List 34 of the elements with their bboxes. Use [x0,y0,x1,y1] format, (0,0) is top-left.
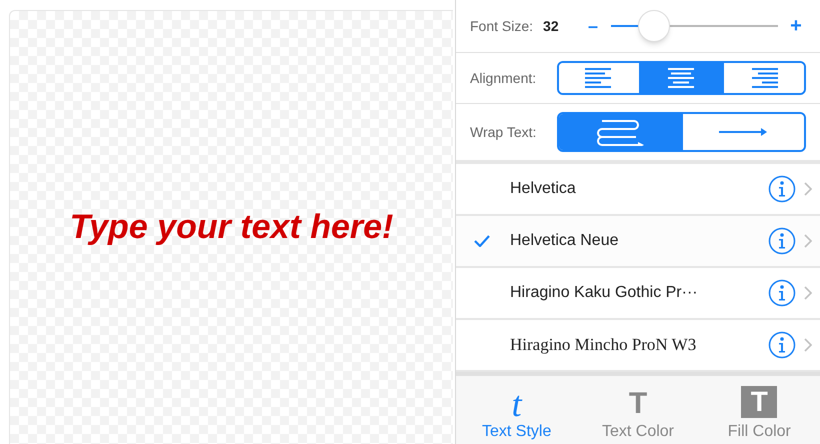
font-name: Hiragino Mincho ProN W3 [510,334,698,356]
chevron-right-icon [804,286,812,300]
checkmark-icon [474,235,490,247]
wrap-button[interactable] [559,114,680,150]
boxed-t-icon: T [741,386,778,418]
italic-t-icon: t [512,386,522,422]
chevron-right-icon [804,234,812,248]
info-icon[interactable] [768,331,796,359]
canvas-text: Type your text here! [70,207,394,248]
alignment-label: Alignment: [470,68,538,88]
font-name: Hiragino Kaku Gothic Pr··· [510,283,699,303]
chevron-right-icon [804,182,812,196]
alignment-segmented-control[interactable] [557,61,806,95]
font-name: Helvetica [510,179,577,199]
align-right-button[interactable] [722,63,804,93]
letter-t-icon: T [628,386,648,422]
decrease-button[interactable]: – [583,12,604,40]
align-center-button[interactable] [639,63,722,93]
slider-thumb[interactable] [638,10,670,42]
info-icon[interactable] [768,227,796,255]
font-name: Helvetica Neue [510,231,620,251]
font-size-label: Font Size: [470,16,534,36]
tab[interactable]: T Text Color [577,376,699,444]
arrow-line-icon [717,127,770,137]
tab[interactable]: T Fill Color [698,376,820,444]
no-wrap-button[interactable] [680,114,804,150]
chevron-right-icon [804,338,812,352]
increase-button[interactable]: + [786,11,806,41]
wrap-segmented-control[interactable] [557,112,806,152]
wrap-text-label: Wrap Text: [470,122,538,142]
info-icon[interactable] [768,279,796,307]
tab[interactable]: t Text Style [456,376,578,444]
info-icon[interactable] [768,175,796,203]
font-size-value: 32 [543,16,560,36]
